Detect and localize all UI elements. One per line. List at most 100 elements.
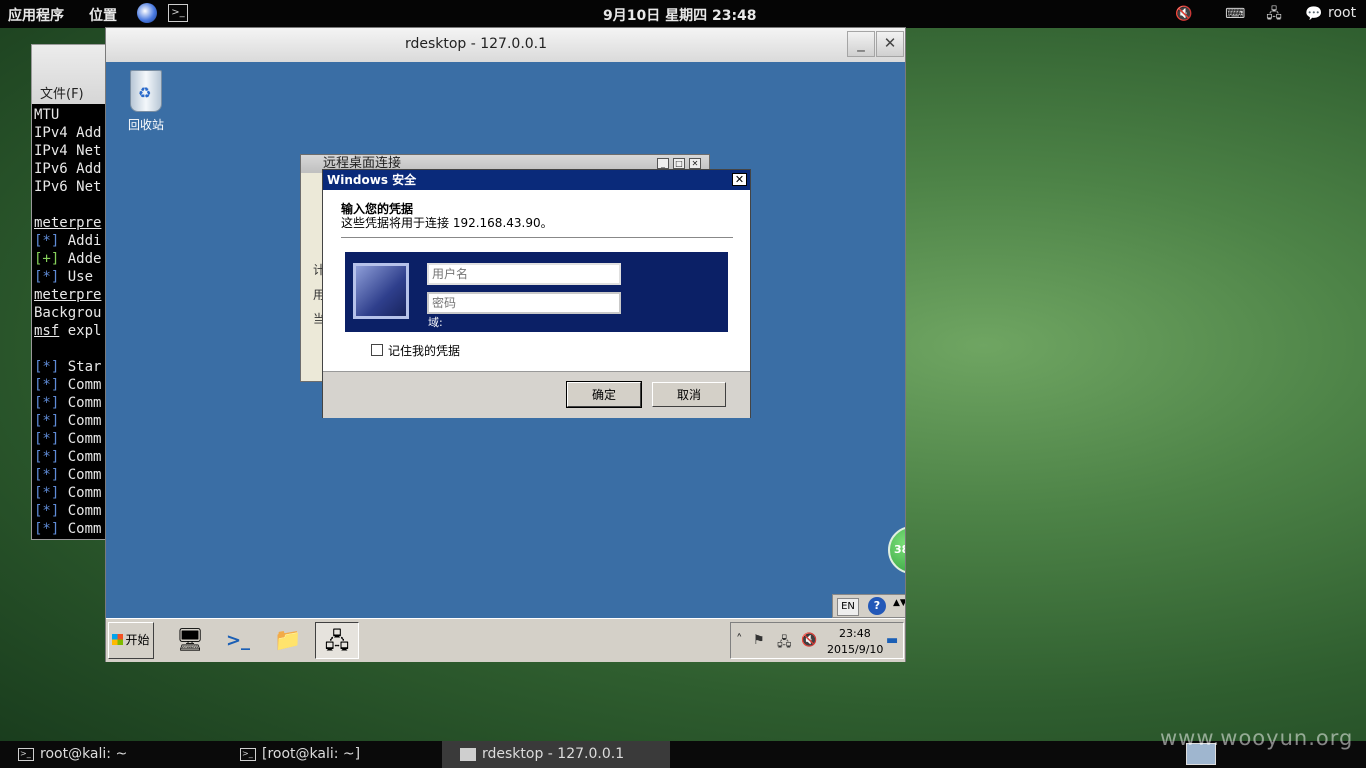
language-indicator[interactable]: EN xyxy=(837,598,859,616)
terminal-line: IPv6 Net xyxy=(34,178,101,196)
window-icon xyxy=(460,748,476,761)
places-menu[interactable]: 位置 xyxy=(89,5,117,25)
user-menu[interactable]: root xyxy=(1328,5,1356,21)
chat-icon[interactable]: 💬 xyxy=(1304,4,1324,24)
minimize-button[interactable]: _ xyxy=(847,31,875,57)
network-icon[interactable]: 🖧 xyxy=(1264,4,1284,24)
tray-clock-date[interactable]: 2015/9/10 xyxy=(827,643,883,656)
task-label: root@kali: ~ xyxy=(40,746,128,762)
clock[interactable]: 9月10日 星期四 23:48 xyxy=(603,5,757,25)
system-tray: ˄ ⚑ 🖧 🔇 23:48 2015/9/10 ▬ xyxy=(730,622,904,659)
rdesktop-titlebar[interactable]: rdesktop - 127.0.0.1 _ ✕ xyxy=(106,28,905,62)
action-center-flag-icon[interactable]: ⚑ xyxy=(753,633,765,648)
terminal-line-prefix: [*] xyxy=(34,233,60,249)
terminal-line: [*] Comm xyxy=(34,520,101,538)
security-close-button[interactable]: ✕ xyxy=(732,173,747,186)
terminal-line-prefix: [*] xyxy=(34,449,60,465)
terminal-line-prefix: msf xyxy=(34,323,60,339)
terminal-line-prefix: [+] xyxy=(34,251,60,267)
rdc-close-button[interactable]: ✕ xyxy=(689,158,701,169)
terminal-line-text: meterpre xyxy=(34,215,102,231)
terminal-line-text: Comm xyxy=(59,377,102,393)
username-input[interactable] xyxy=(427,263,621,285)
terminal-icon: >_ xyxy=(18,748,34,761)
langbar-options-icon[interactable]: ▲▼ xyxy=(893,598,905,608)
terminal-line: [+] Adde xyxy=(34,250,101,268)
terminal-line: [*] Comm xyxy=(34,502,101,520)
terminal-line-prefix: [*] xyxy=(34,503,60,519)
terminal-line: msf expl xyxy=(34,322,101,340)
terminal-line-text: meterpre xyxy=(34,287,102,303)
terminal-line-prefix: [*] xyxy=(34,485,60,501)
terminal-line: [*] Star xyxy=(34,358,101,376)
dialog-footer: 确定 取消 xyxy=(323,371,750,418)
task-terminal-1[interactable]: >_ root@kali: ~ xyxy=(0,741,230,768)
terminal-line-text: IPv4 Net xyxy=(34,143,102,159)
show-hidden-icons-icon[interactable]: ˄ xyxy=(736,633,743,648)
terminal-line-text: Use xyxy=(59,269,94,285)
watermark: www.wooyun.org xyxy=(1160,726,1354,750)
security-titlebar[interactable]: Windows 安全 ✕ xyxy=(323,170,750,190)
credential-tile[interactable]: 域: xyxy=(345,252,728,332)
powershell-icon[interactable]: >_ xyxy=(216,622,260,659)
recycle-bin[interactable]: 回收站 xyxy=(124,70,168,133)
rdc-taskbar-icon[interactable]: 🖧 xyxy=(315,622,359,659)
terminal-line-prefix: [*] xyxy=(34,395,60,411)
terminal-line-text: Addi xyxy=(59,233,102,249)
windows-security-dialog[interactable]: Windows 安全 ✕ 输入您的凭据 这些凭据将用于连接 192.168.43… xyxy=(322,169,751,418)
security-title: Windows 安全 xyxy=(327,173,417,187)
rdesktop-window[interactable]: rdesktop - 127.0.0.1 _ ✕ 回收站 远程桌面连接 _ □ … xyxy=(105,27,906,662)
remember-checkbox[interactable] xyxy=(371,344,383,356)
close-button[interactable]: ✕ xyxy=(876,31,904,57)
terminal-line-prefix: [*] xyxy=(34,269,60,285)
task-terminal-2[interactable]: >_ [root@kali: ~] xyxy=(222,741,452,768)
rdc-minimize-button[interactable]: _ xyxy=(657,158,669,169)
terminal-output: MTU IPv4 Add IPv4 Net IPv6 Add IPv6 Net mete… xyxy=(34,106,101,538)
terminal-line-text: Comm xyxy=(59,485,102,501)
server-manager-icon[interactable]: 🖥 xyxy=(168,622,212,659)
terminal-line-prefix: [*] xyxy=(34,521,60,537)
terminal-icon: >_ xyxy=(240,748,256,761)
tray-volume-icon[interactable]: 🔇 xyxy=(801,633,817,648)
domain-label: 域: xyxy=(428,316,443,329)
floating-badge[interactable]: 38 xyxy=(888,526,905,574)
terminal-line: [*] Use xyxy=(34,268,101,286)
task-rdesktop[interactable]: rdesktop - 127.0.0.1 xyxy=(442,741,670,768)
tray-network-icon[interactable]: 🖧 xyxy=(777,633,792,655)
terminal-line-text: Comm xyxy=(59,413,102,429)
show-desktop-icon[interactable]: ▬ xyxy=(886,633,898,648)
terminal-line: IPv6 Add xyxy=(34,160,101,178)
terminal-line-text: Star xyxy=(59,359,102,375)
browser-launcher-icon[interactable] xyxy=(137,3,157,23)
terminal-line: MTU xyxy=(34,106,101,124)
terminal-line-text: Comm xyxy=(59,449,102,465)
terminal-launcher-icon[interactable]: >_ xyxy=(168,4,188,22)
terminal-line-text: IPv6 Net xyxy=(34,179,102,195)
menu-file[interactable]: 文件(F) xyxy=(40,83,84,102)
rdc-maximize-button[interactable]: □ xyxy=(673,158,685,169)
terminal-line: [*] Comm xyxy=(34,430,101,448)
terminal-line: [*] Addi xyxy=(34,232,101,250)
password-input[interactable] xyxy=(427,292,621,314)
start-button[interactable]: 开始 xyxy=(108,622,154,659)
terminal-line-text: Comm xyxy=(59,521,102,537)
applications-menu[interactable]: 应用程序 xyxy=(8,5,64,25)
remote-desktop[interactable]: 回收站 远程桌面连接 _ □ ✕ 计 用 当 Windows 安全 ✕ 输入您的… xyxy=(106,62,905,618)
tray-clock-time[interactable]: 23:48 xyxy=(839,627,871,640)
volume-icon[interactable]: 🔇 xyxy=(1174,4,1194,24)
task-label: rdesktop - 127.0.0.1 xyxy=(482,746,625,762)
terminal-line-prefix: [*] xyxy=(34,377,60,393)
terminal-line: [*] Comm xyxy=(34,394,101,412)
language-bar[interactable]: EN ? ▲▼ xyxy=(832,594,905,618)
remember-credentials[interactable]: 记住我的凭据 xyxy=(371,342,460,359)
explorer-icon[interactable]: 📁 xyxy=(266,622,310,659)
terminal-line: [*] Comm xyxy=(34,484,101,502)
help-icon[interactable]: ? xyxy=(868,597,886,615)
ok-button[interactable]: 确定 xyxy=(566,381,642,408)
keyboard-icon[interactable]: ⌨ xyxy=(1225,4,1245,24)
terminal-line: Backgrou xyxy=(34,304,101,322)
cancel-button[interactable]: 取消 xyxy=(652,382,726,407)
remember-label: 记住我的凭据 xyxy=(388,344,461,358)
